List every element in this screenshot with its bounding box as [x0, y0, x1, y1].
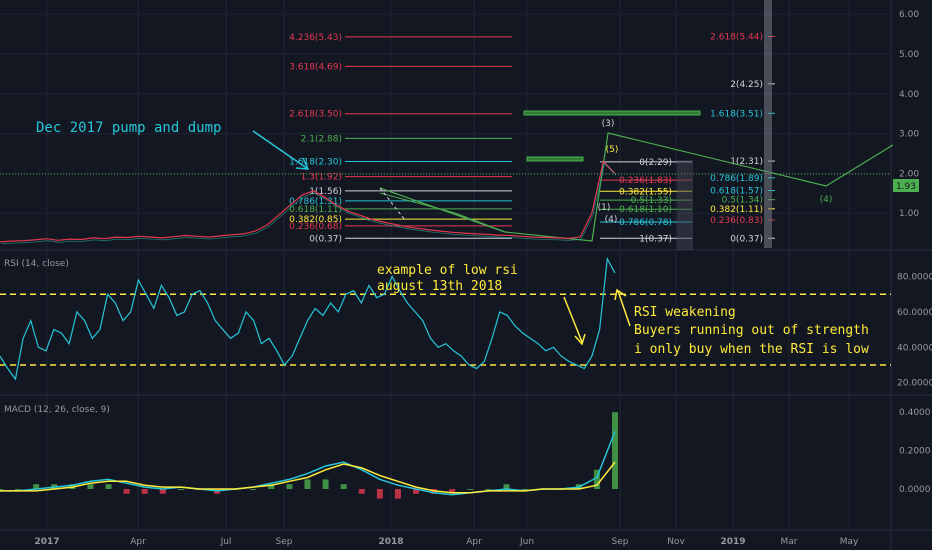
macd-histogram-bar — [467, 489, 474, 490]
rsi-legend: RSI (14, close) — [4, 259, 69, 269]
annotation-august: august 13th 2018 — [377, 279, 502, 294]
macd-histogram-bar — [358, 489, 365, 494]
fib-level-label: 0.618(1.11) — [289, 205, 342, 215]
macd-histogram-bar — [376, 489, 383, 499]
fib-level-label: 0.618(1.10) — [619, 205, 672, 215]
x-axis-tick: 2019 — [720, 537, 745, 547]
macd-histogram-bar — [250, 489, 257, 490]
fib-level-label: 0.786(1.89) — [710, 174, 763, 184]
price-axis-tick: 4.00 — [899, 90, 919, 100]
macd-histogram-bar — [15, 489, 22, 490]
x-axis-tick: 2017 — [34, 537, 59, 547]
macd-histogram-bar — [177, 489, 184, 490]
rsi-panel: RSI (14, close) example of low rsi augus… — [0, 256, 932, 389]
chart-canvas: 4.236(5.43) 3.618(4.69) 2.618(3.50) 2.1(2.8… — [0, 0, 932, 550]
macd-histogram-bar — [286, 484, 293, 489]
wave-label-4-small: (4) — [605, 215, 618, 225]
macd-histogram-bar — [322, 479, 329, 489]
macd-axis-tick: 0.2000 — [899, 447, 931, 457]
x-axis-tick: Jun — [519, 537, 534, 547]
fib-level-label: 1(0.37) — [639, 234, 672, 244]
x-axis-tick: Jul — [220, 537, 232, 547]
price-axis-tick: 1.00 — [899, 209, 919, 219]
annotation-rsi-weakening: RSI weakening — [634, 305, 736, 320]
macd-histogram-bar — [105, 484, 112, 489]
price-axis-tick: 5.00 — [899, 50, 919, 60]
wave-label-4: (4) — [820, 195, 833, 205]
rsi-axis-tick: 20.0000 — [897, 379, 932, 389]
fib-level-label: 0(2.29) — [639, 158, 672, 168]
macd-histogram-bar — [485, 489, 492, 490]
fib-level-label: 0(0.37) — [730, 234, 763, 244]
fib-level-label: 2.618(5.44) — [710, 32, 763, 42]
wave-label-3: (3) — [602, 119, 615, 129]
fib-level-label: 0.236(0.83) — [710, 216, 763, 226]
target-box-lower[interactable] — [526, 156, 584, 162]
volume-profile-bar — [764, 0, 772, 248]
fib-level-label: 0.382(1.11) — [710, 205, 763, 215]
macd-histogram-bar — [304, 479, 311, 489]
annotation-buyers: Buyers running out of strength — [634, 323, 869, 338]
annotation-pump-dump: Dec 2017 pump and dump — [36, 120, 221, 136]
fib-level-label: 0(0.37) — [309, 234, 342, 244]
x-axis-tick: Sep — [612, 537, 629, 547]
rsi-y-axis: 80.0000 60.0000 40.0000 20.0000 — [897, 273, 932, 389]
fib-level-label: 2(4.25) — [730, 80, 763, 90]
macd-axis-tick: 0.4000 — [899, 408, 931, 418]
annotation-arrow-low-rsi — [563, 296, 583, 343]
x-axis-tick: Nov — [667, 537, 685, 547]
fib-level-label: 0.236(0.68) — [289, 222, 342, 232]
price-axis-tick: 6.00 — [899, 10, 919, 20]
rsi-axis-tick: 80.0000 — [897, 273, 932, 283]
fib-level-label: 0.236(1.83) — [619, 176, 672, 186]
macd-histogram-bar — [87, 484, 94, 489]
macd-panel: MACD (12, 26, close, 9) 0.4000 0.2000 0.00… — [0, 405, 931, 499]
x-axis-tick: Apr — [130, 537, 146, 547]
x-axis-tick: Sep — [276, 537, 293, 547]
x-axis-tick: May — [840, 537, 859, 547]
macd-histogram — [0, 412, 618, 499]
macd-histogram-bar — [521, 489, 528, 490]
x-axis-tick: Apr — [466, 537, 482, 547]
rsi-axis-tick: 60.0000 — [897, 308, 932, 318]
x-axis-tick: 2018 — [378, 537, 403, 547]
wave-label-5: (5) — [606, 145, 619, 155]
macd-legend: MACD (12, 26, close, 9) — [4, 405, 110, 415]
fib-level-label: 1.618(2.30) — [289, 157, 342, 167]
macd-histogram-bar — [340, 484, 347, 489]
macd-histogram-bar — [394, 489, 401, 499]
macd-histogram-bar — [612, 412, 618, 489]
rsi-axis-tick: 40.0000 — [897, 343, 932, 353]
macd-y-axis: 0.4000 0.2000 0.0000 — [899, 408, 931, 495]
macd-histogram-bar — [141, 489, 148, 494]
rsi-series-line — [0, 256, 616, 381]
fib-level-label: 1.618(3.51) — [710, 109, 763, 119]
target-box-upper[interactable] — [523, 110, 701, 116]
wave-label-1: (1) — [598, 203, 611, 213]
fib-level-label: 1(2.31) — [730, 157, 763, 167]
fib-level-label: 0.786(0.78) — [619, 218, 672, 228]
macd-axis-tick: 0.0000 — [899, 485, 931, 495]
macd-histogram-bar — [123, 489, 130, 494]
fib-levels-left: 4.236(5.43) 3.618(4.69) 2.618(3.50) 2.1(2.8… — [289, 33, 512, 244]
annotation-low-rsi: example of low rsi — [377, 263, 518, 278]
price-axis-tick: 2.00 — [899, 169, 919, 179]
x-axis: 2017 Apr Jul Sep 2018 Apr Jun Sep Nov 2019 Mar May — [34, 537, 859, 547]
price-axis-tick: 3.00 — [899, 130, 919, 140]
fib-level-label: 4.236(5.43) — [289, 33, 342, 43]
fib-level-label: 2.1(2.88) — [301, 134, 342, 144]
price-range-box — [677, 160, 693, 250]
fib-level-label: 2.618(3.50) — [289, 110, 342, 120]
current-price-label: 1.93 — [896, 182, 916, 192]
fib-level-label: 3.618(4.69) — [289, 62, 342, 72]
x-axis-tick: Mar — [781, 537, 798, 547]
macd-histogram-bar — [0, 489, 3, 490]
annotation-only-buy: i only buy when the RSI is low — [634, 342, 869, 357]
